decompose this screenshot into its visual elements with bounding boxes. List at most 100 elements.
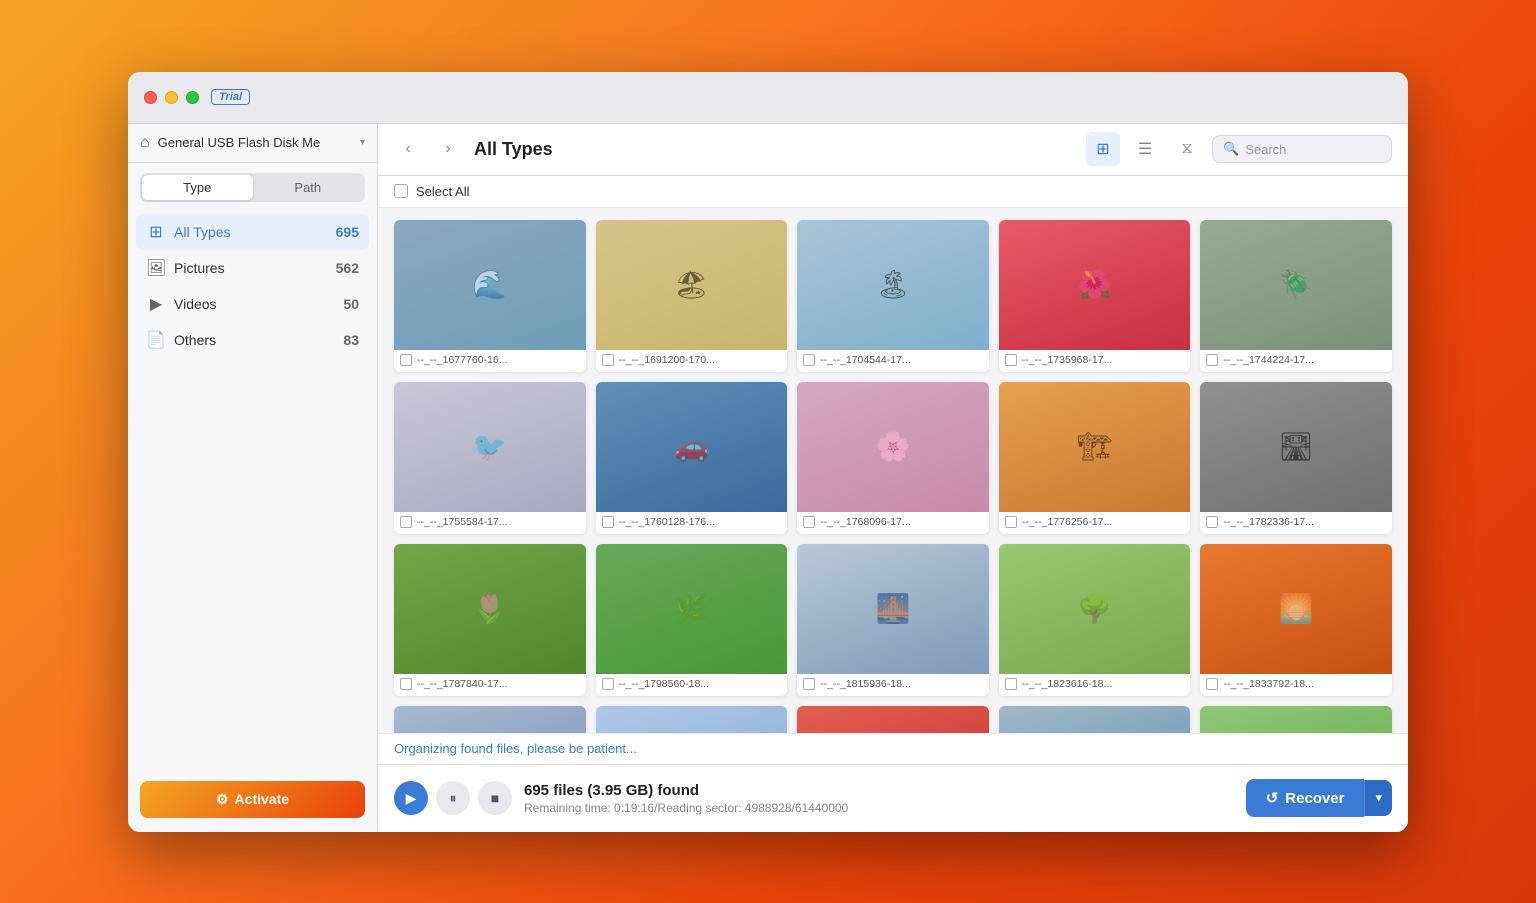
image-grid-container: 🌊--_--_1677760-16...🏖--_--_1691200-170..… — [378, 208, 1408, 733]
image-thumbnail[interactable]: 🌄 — [797, 706, 989, 733]
fullscreen-button[interactable] — [186, 91, 199, 104]
image-thumbnail[interactable]: 🪲 — [1200, 220, 1392, 350]
select-all-checkbox[interactable] — [394, 184, 408, 198]
stop-button[interactable]: ■ — [478, 781, 512, 815]
recover-group: ↺ Recover ▾ — [1246, 779, 1392, 817]
sidebar-item-label: Others — [174, 332, 335, 348]
image-card: 🌄--_--_1863xxx-18... — [797, 706, 989, 733]
image-checkbox[interactable] — [803, 354, 815, 366]
image-checkbox[interactable] — [1005, 516, 1017, 528]
activate-icon: ⚙ — [216, 791, 229, 808]
image-thumbnail[interactable]: 🛣 — [1200, 382, 1392, 512]
forward-button[interactable]: › — [434, 135, 462, 163]
sidebar-header: ⌂ General USB Flash Disk Me ▾ — [128, 124, 377, 163]
image-label: --_--_1744224-17... — [1223, 354, 1313, 366]
image-thumbnail[interactable]: 🏗 — [999, 382, 1191, 512]
image-label: --_--_1768096-17... — [820, 516, 910, 528]
image-label: --_--_1677760-16... — [417, 354, 507, 366]
image-checkbox[interactable] — [400, 678, 412, 690]
status-files: 695 files (3.95 GB) found — [524, 782, 1234, 799]
select-all-bar: Select All — [378, 176, 1408, 208]
main-layout: ⌂ General USB Flash Disk Me ▾ Type Path … — [128, 124, 1408, 832]
image-label: --_--_1833792-18... — [1223, 678, 1313, 690]
close-button[interactable] — [144, 91, 157, 104]
home-icon[interactable]: ⌂ — [140, 134, 150, 152]
image-thumbnail[interactable]: 🏝 — [797, 220, 989, 350]
image-thumbnail[interactable]: 🌸 — [797, 382, 989, 512]
search-input[interactable] — [1245, 142, 1381, 157]
image-checkbox[interactable] — [1005, 354, 1017, 366]
image-checkbox[interactable] — [803, 678, 815, 690]
image-thumbnail[interactable]: 🌊 — [596, 706, 788, 733]
image-grid: 🌊--_--_1677760-16...🏖--_--_1691200-170..… — [394, 220, 1392, 733]
image-thumbnail[interactable]: ☁ — [394, 706, 586, 733]
recover-label: Recover — [1285, 790, 1344, 807]
all-types-icon: ⊞ — [146, 222, 166, 242]
sidebar-item-pictures[interactable]: 🖼 Pictures 562 — [136, 250, 369, 286]
image-card: 🛣 --_--_1782336-17... — [1200, 382, 1392, 534]
minimize-button[interactable] — [165, 91, 178, 104]
recover-icon: ↺ — [1266, 789, 1279, 807]
bottom-bar: ▶ ⏸ ■ 695 files (3.95 GB) found Remainin… — [378, 764, 1408, 832]
image-card: 🌊 --_--_1677760-16... — [394, 220, 586, 372]
image-card: 🌳--_--_1823616-18... — [999, 544, 1191, 696]
pause-button[interactable]: ⏸ — [436, 781, 470, 815]
image-thumbnail[interactable]: 🌺 — [999, 220, 1191, 350]
organizing-banner: Organizing found files, please be patien… — [378, 733, 1408, 764]
device-selector[interactable]: General USB Flash Disk Me ▾ — [158, 135, 365, 150]
image-thumbnail[interactable]: 🌳 — [999, 544, 1191, 674]
play-button[interactable]: ▶ — [394, 781, 428, 815]
activate-button[interactable]: ⚙ Activate — [140, 781, 365, 818]
image-thumbnail[interactable]: 🌉 — [797, 544, 989, 674]
image-checkbox[interactable] — [1206, 678, 1218, 690]
status-info: 695 files (3.95 GB) found Remaining time… — [524, 782, 1234, 815]
image-card: 🌷--_--_1787840-17... — [394, 544, 586, 696]
search-icon: 🔍 — [1223, 141, 1239, 157]
image-thumbnail[interactable]: 🌿 — [596, 544, 788, 674]
image-checkbox[interactable] — [602, 354, 614, 366]
image-checkbox[interactable] — [400, 354, 412, 366]
grid-view-button[interactable]: ⊞ — [1086, 132, 1120, 166]
image-thumbnail[interactable]: 🐦 — [394, 382, 586, 512]
image-checkbox[interactable] — [1005, 678, 1017, 690]
image-card: 🪲 --_--_1744224-17... — [1200, 220, 1392, 372]
pictures-icon: 🖼 — [146, 258, 166, 278]
image-thumbnail[interactable]: 🚗 — [596, 382, 788, 512]
recover-dropdown-button[interactable]: ▾ — [1364, 780, 1392, 816]
tab-path[interactable]: Path — [253, 175, 364, 200]
image-checkbox[interactable] — [602, 516, 614, 528]
sidebar-item-videos[interactable]: ▶ Videos 50 — [136, 286, 369, 322]
recover-button[interactable]: ↺ Recover — [1246, 779, 1365, 817]
tab-type[interactable]: Type — [142, 175, 253, 200]
image-checkbox[interactable] — [400, 516, 412, 528]
image-thumbnail[interactable]: 🌊 — [394, 220, 586, 350]
sidebar-item-all-types[interactable]: ⊞ All Types 695 — [136, 214, 369, 250]
image-label: --_--_1782336-17... — [1223, 516, 1313, 528]
image-checkbox[interactable] — [803, 516, 815, 528]
image-thumbnail[interactable]: 🌅 — [1200, 544, 1392, 674]
image-checkbox[interactable] — [602, 678, 614, 690]
sidebar-item-others[interactable]: 📄 Others 83 — [136, 322, 369, 358]
image-checkbox[interactable] — [1206, 516, 1218, 528]
image-thumbnail[interactable]: 🌺 — [1200, 706, 1392, 733]
image-thumbnail[interactable]: 🌷 — [394, 544, 586, 674]
image-card: 🌅 --_--_1833792-18... — [1200, 544, 1392, 696]
image-thumbnail[interactable]: 🏖 — [596, 220, 788, 350]
image-label: --_--_1755584-17... — [417, 516, 507, 528]
filter-button[interactable]: ⧖ — [1170, 132, 1204, 166]
image-card: 🏝--_--_1704544-17... — [797, 220, 989, 372]
image-card: 🌉--_--_1815936-18... — [797, 544, 989, 696]
sidebar-tabs: Type Path — [140, 173, 365, 202]
back-button[interactable]: ‹ — [394, 135, 422, 163]
progress-controls: ▶ ⏸ ■ — [394, 781, 512, 815]
sidebar-item-count: 50 — [343, 296, 359, 312]
main-window: Trial ⌂ General USB Flash Disk Me ▾ Type… — [128, 72, 1408, 832]
image-card: 🌺--_--_1882xxx-18... — [1200, 706, 1392, 733]
videos-icon: ▶ — [146, 294, 166, 314]
image-thumbnail[interactable]: 🌾 — [999, 706, 1191, 733]
sidebar-item-label: Pictures — [174, 260, 328, 276]
image-label: --_--_1798560-18... — [619, 678, 709, 690]
image-checkbox[interactable] — [1206, 354, 1218, 366]
list-view-button[interactable]: ☰ — [1128, 132, 1162, 166]
trial-badge: Trial — [211, 89, 250, 105]
